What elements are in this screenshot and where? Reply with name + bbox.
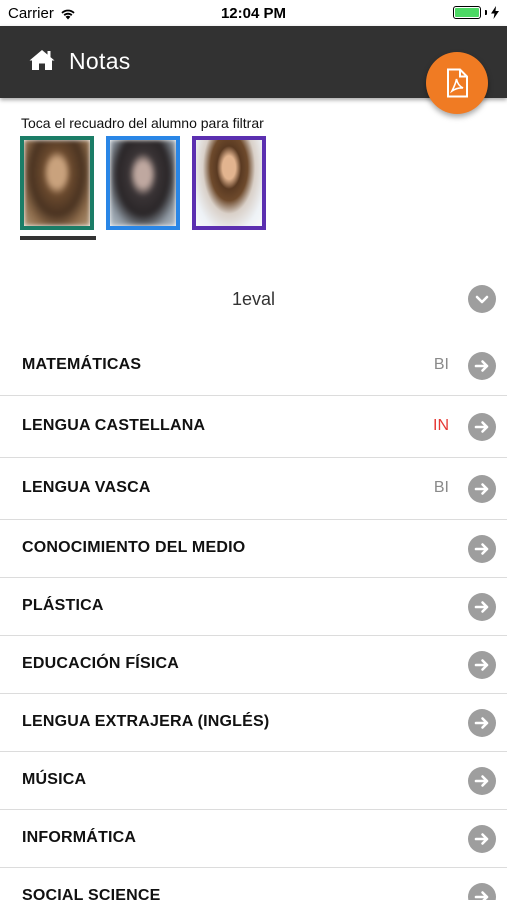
student-card-3[interactable]	[192, 136, 266, 230]
subject-name: SOCIAL SCIENCE	[22, 887, 161, 900]
selected-student-indicator	[20, 236, 96, 240]
evaluation-selector[interactable]: 1eval	[0, 276, 507, 322]
arrow-right-icon[interactable]	[468, 475, 496, 503]
subject-row[interactable]: PLÁSTICA	[0, 578, 507, 636]
subject-row[interactable]: SOCIAL SCIENCE	[0, 868, 507, 900]
subject-row[interactable]: EDUCACIÓN FÍSICA	[0, 636, 507, 694]
subject-name: MÚSICA	[22, 771, 87, 788]
charging-icon	[491, 6, 499, 19]
subject-name: LENGUA VASCA	[22, 479, 151, 496]
status-time: 12:04 PM	[220, 5, 287, 22]
subjects-list: MATEMÁTICAS BI LENGUA CASTELLANA IN LENGUA V…	[0, 336, 507, 900]
subject-row[interactable]: LENGUA VASCA BI	[0, 458, 507, 520]
subject-row[interactable]: INFORMÁTICA	[0, 810, 507, 868]
page-title: Notas	[69, 48, 131, 74]
arrow-right-icon[interactable]	[468, 413, 496, 441]
pdf-export-button[interactable]	[426, 52, 488, 114]
arrow-right-icon[interactable]	[468, 825, 496, 853]
status-bar: Carrier 12:04 PM	[0, 0, 507, 26]
evaluation-label: 1eval	[231, 289, 276, 309]
subject-name: LENGUA CASTELLANA	[22, 417, 206, 434]
arrow-right-icon[interactable]	[468, 593, 496, 621]
status-right	[453, 6, 499, 19]
student-card-2[interactable]	[106, 136, 180, 230]
home-icon[interactable]	[28, 48, 56, 72]
subject-name: MATEMÁTICAS	[22, 356, 142, 373]
subject-row[interactable]: MATEMÁTICAS BI	[0, 336, 507, 396]
subject-grade: IN	[433, 417, 449, 434]
arrow-right-icon[interactable]	[468, 651, 496, 679]
pdf-file-icon	[447, 68, 468, 98]
student-card-1[interactable]	[20, 136, 94, 230]
student-filter	[20, 136, 280, 244]
subject-row[interactable]: CONOCIMIENTO DEL MEDIO	[0, 520, 507, 578]
subject-row[interactable]: LENGUA EXTRAJERA (INGLÉS)	[0, 694, 507, 752]
student-photo	[196, 140, 262, 226]
battery-icon	[453, 6, 481, 19]
subject-row[interactable]: MÚSICA	[0, 752, 507, 810]
subject-name: CONOCIMIENTO DEL MEDIO	[22, 539, 246, 556]
student-photo	[110, 140, 176, 226]
battery-cap	[485, 10, 487, 15]
subject-row[interactable]: LENGUA CASTELLANA IN	[0, 396, 507, 458]
arrow-right-icon[interactable]	[468, 883, 496, 900]
chevron-down-icon[interactable]	[468, 285, 496, 313]
subject-grade: BI	[433, 356, 449, 373]
student-photo	[24, 140, 90, 226]
battery-level	[455, 8, 479, 17]
subject-name: EDUCACIÓN FÍSICA	[22, 655, 179, 672]
arrow-right-icon[interactable]	[468, 535, 496, 563]
subject-name: LENGUA EXTRAJERA (INGLÉS)	[22, 713, 270, 730]
subject-name: PLÁSTICA	[22, 597, 104, 614]
arrow-right-icon[interactable]	[468, 352, 496, 380]
subject-grade: BI	[433, 479, 449, 496]
arrow-right-icon[interactable]	[468, 767, 496, 795]
arrow-right-icon[interactable]	[468, 709, 496, 737]
subject-name: INFORMÁTICA	[22, 829, 137, 846]
filter-hint: Toca el recuadro del alumno para filtrar	[21, 115, 264, 131]
